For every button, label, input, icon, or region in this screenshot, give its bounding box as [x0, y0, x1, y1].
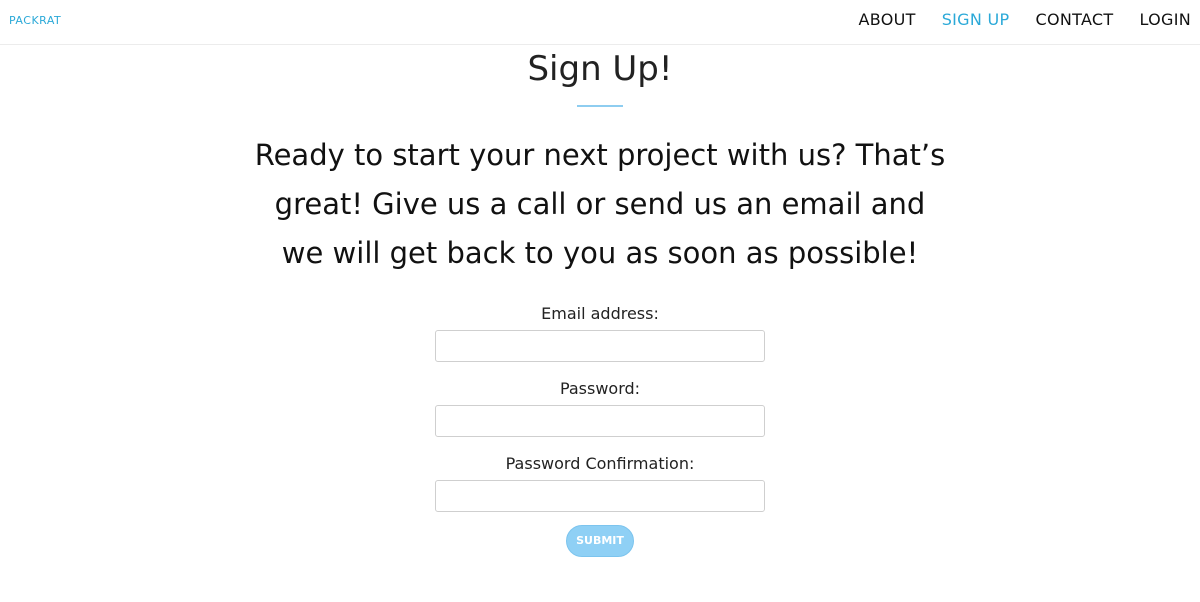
- brand-logo[interactable]: PACKRAT: [9, 14, 61, 27]
- nav-link-about[interactable]: ABOUT: [858, 10, 915, 29]
- signup-form: Email address: Password: Password Confir…: [435, 304, 765, 557]
- email-field[interactable]: [435, 330, 765, 362]
- password-confirmation-field[interactable]: [435, 480, 765, 512]
- intro-text: Ready to start your next project with us…: [254, 138, 946, 270]
- nav-link-contact[interactable]: CONTACT: [1035, 10, 1113, 29]
- email-label: Email address:: [541, 304, 659, 323]
- page-title: Sign Up!: [527, 49, 673, 89]
- submit-button[interactable]: SUBMIT: [566, 525, 634, 557]
- nav-link-sign-up[interactable]: SIGN UP: [942, 10, 1010, 29]
- main-content: Sign Up! Ready to start your next projec…: [0, 45, 1200, 557]
- nav-link-login[interactable]: LOGIN: [1139, 10, 1191, 29]
- navbar: PACKRAT ABOUT SIGN UP CONTACT LOGIN: [0, 0, 1200, 45]
- title-divider: [577, 105, 623, 107]
- password-label: Password:: [559, 379, 641, 398]
- password-confirmation-label: Password Confirmation:: [505, 454, 695, 473]
- password-field[interactable]: [435, 405, 765, 437]
- nav-links: ABOUT SIGN UP CONTACT LOGIN: [832, 10, 1191, 29]
